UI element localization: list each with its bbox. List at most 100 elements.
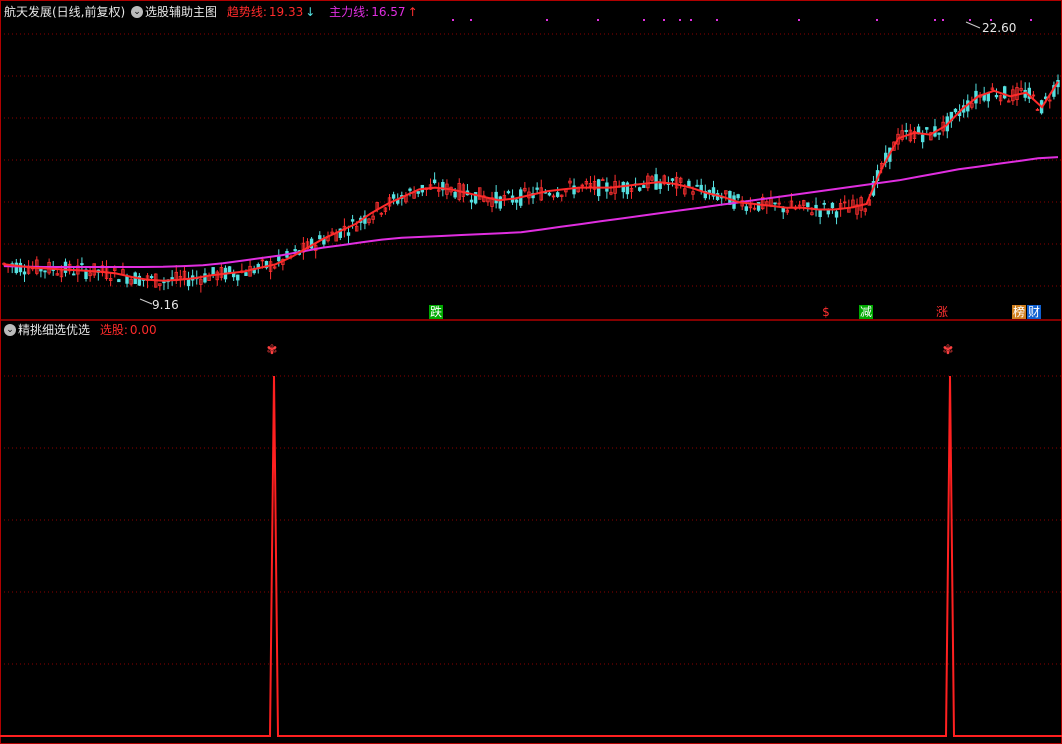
- candle-body: [346, 232, 351, 236]
- candle-body: [149, 276, 154, 279]
- candle-body: [469, 199, 474, 203]
- candle-body: [670, 178, 675, 181]
- candle-body: [904, 130, 908, 133]
- trend-line: [3, 81, 1059, 282]
- candle-body: [350, 219, 355, 222]
- candle-body: [244, 272, 248, 276]
- signal-dot: [452, 19, 454, 21]
- sub-indicator-name[interactable]: 精挑细选优选: [18, 323, 90, 337]
- signal-dot: [934, 19, 936, 21]
- candle-body: [22, 271, 27, 275]
- candle-body: [535, 187, 539, 190]
- candle-body: [318, 235, 322, 240]
- signal-dot: [643, 19, 645, 21]
- candle-body: [416, 191, 420, 194]
- candle-body: [293, 249, 297, 252]
- signal-dot: [546, 19, 548, 21]
- indicator-name[interactable]: 选股辅助主图: [145, 5, 217, 19]
- low-pointer: [139, 298, 153, 305]
- main-line: [3, 156, 1059, 268]
- marker-text: 财: [1028, 305, 1040, 319]
- candle-body: [391, 194, 396, 199]
- candle-body: [494, 191, 498, 204]
- candle-body: [642, 185, 646, 188]
- select-value: 0.00: [129, 323, 157, 337]
- candle-body: [953, 108, 958, 113]
- candle-body: [408, 188, 412, 191]
- candle-body: [514, 199, 519, 203]
- candle-body: [687, 180, 691, 187]
- candle-body: [994, 94, 999, 98]
- marker-text: 跌: [430, 304, 442, 319]
- candle-body: [14, 262, 19, 274]
- candle-body: [117, 279, 121, 283]
- candle-body: [453, 191, 457, 198]
- candle-body: [211, 267, 215, 276]
- sub-panel-header: ⌄ 精挑细选优选 选股: 0.00: [4, 321, 159, 339]
- candle-body: [822, 202, 826, 205]
- signal-dot: [716, 19, 718, 21]
- candle-body: [637, 187, 642, 191]
- candle-body: [920, 134, 925, 143]
- signal-dot: [597, 19, 599, 21]
- candle-body: [432, 179, 437, 184]
- candle-body: [773, 202, 777, 205]
- main-panel-header: 航天发展(日线,前复权) ⌄ 选股辅助主图 趋势线: 19.33 ↓ 主力线: 16.5…: [4, 3, 420, 21]
- high-pointer: [965, 21, 981, 29]
- candle-body: [744, 206, 749, 211]
- candle-body: [834, 211, 839, 218]
- marker-text: 榜: [1013, 304, 1025, 319]
- chevron-down-icon[interactable]: ⌄: [4, 323, 16, 336]
- select-signal-panel: ✾ ✾: [0, 343, 1062, 737]
- chevron-down-icon[interactable]: ⌄: [131, 5, 144, 18]
- signal-dot: [942, 19, 944, 21]
- signal-dot: [470, 19, 472, 21]
- signal-dot: [690, 19, 692, 21]
- select-line: [0, 375, 1062, 737]
- candle-body: [72, 273, 76, 276]
- trend-arrow: ↓: [305, 5, 316, 19]
- candle-body: [186, 279, 191, 287]
- signal-dots: [452, 19, 1032, 21]
- candle-body: [736, 194, 740, 199]
- signal-dot: [798, 19, 800, 21]
- main-value: 16.57: [371, 5, 406, 19]
- candle-body: [555, 192, 560, 197]
- trend-value: 19.33: [268, 5, 304, 19]
- candle-body: [695, 184, 699, 187]
- marker-text: 减: [860, 305, 872, 319]
- candle-body: [925, 127, 929, 130]
- butterfly-icon: ✾: [267, 343, 278, 358]
- marker-text: 涨: [936, 304, 948, 319]
- signal-dot: [679, 19, 681, 21]
- candle-body: [80, 263, 84, 266]
- grid-lines: [0, 33, 1062, 665]
- signal-dot: [1030, 19, 1032, 21]
- signal-dot: [969, 19, 971, 21]
- candle-body: [658, 183, 662, 189]
- butterfly-icon: ✾: [943, 343, 954, 358]
- candlesticks: [2, 74, 1060, 293]
- candle-body: [826, 209, 831, 215]
- candle-body: [986, 92, 990, 102]
- candle-body: [203, 273, 207, 283]
- candle-body: [830, 202, 835, 209]
- candle-body: [236, 274, 240, 281]
- trend-line-path: [3, 81, 1059, 282]
- signal-dot: [876, 19, 878, 21]
- stock-title[interactable]: 航天发展(日线,前复权): [4, 5, 125, 19]
- chart-border: [0, 0, 1062, 744]
- marker-text: $: [822, 305, 830, 319]
- signal-markers: 跌 $ 减 涨 榜财: [429, 304, 1041, 319]
- candle-body: [506, 191, 511, 194]
- candle-body: [937, 132, 941, 135]
- select-label: 选股:: [99, 323, 128, 337]
- price-labels: 22.60 9.16: [139, 21, 1016, 312]
- main-arrow: ↑: [407, 5, 418, 19]
- candle-body: [806, 202, 810, 208]
- candle-body: [498, 196, 502, 209]
- stock-chart: 跌 $ 减涨榜财 22.609.16 ✾ ✾: [0, 0, 1062, 744]
- signal-dot: [663, 19, 665, 21]
- candle-body: [1002, 86, 1007, 99]
- candle-body: [547, 192, 552, 196]
